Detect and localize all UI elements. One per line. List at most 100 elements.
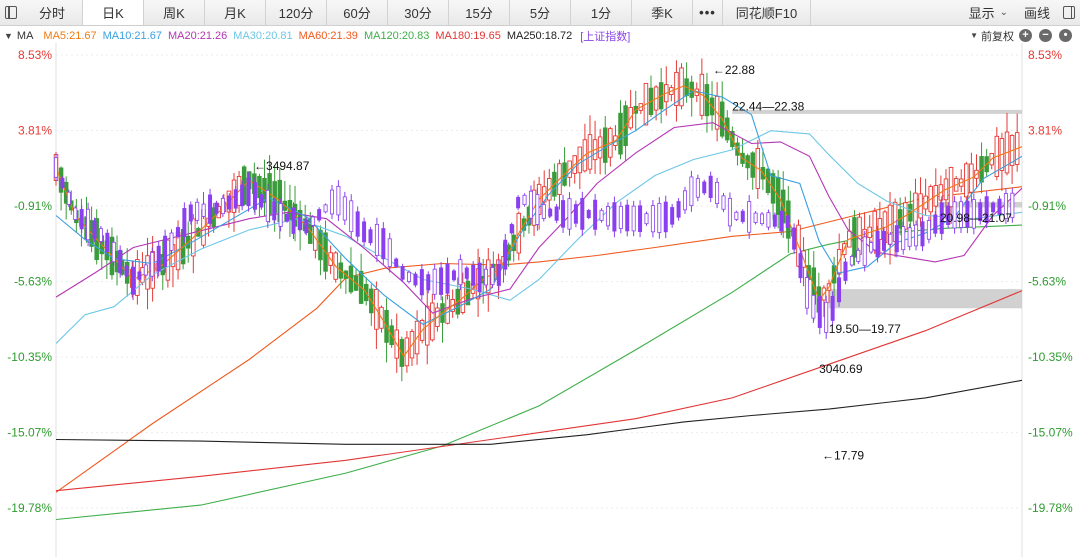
annotation-label: 19.50—19.77	[829, 322, 901, 336]
index-candle	[297, 217, 302, 230]
index-candle	[670, 207, 675, 225]
index-candle	[772, 214, 777, 227]
tab-12[interactable]: 同花顺F10	[723, 0, 811, 25]
tab-8[interactable]: 5分	[510, 0, 571, 25]
index-candle	[734, 211, 739, 220]
index-candle	[60, 177, 65, 188]
tab-9[interactable]: 1分	[571, 0, 632, 25]
index-candle	[522, 194, 527, 205]
index-candle	[580, 198, 585, 230]
y-tick-label: -19.78%	[7, 501, 52, 515]
index-candle	[201, 203, 206, 217]
draw-line-button[interactable]: 画线	[1016, 3, 1058, 22]
y-tick-label: -0.91%	[14, 199, 52, 213]
index-candle	[689, 176, 694, 207]
tab-1[interactable]: 日K	[83, 0, 144, 25]
annotation-label: ←3494.87	[254, 159, 310, 173]
index-candle	[798, 253, 803, 279]
collapse-arrow-icon[interactable]: ▼	[4, 31, 13, 41]
index-candle	[175, 227, 180, 238]
y-tick-label: 8.53%	[1028, 48, 1062, 62]
tab-4[interactable]: 120分	[266, 0, 327, 25]
tab-6[interactable]: 30分	[388, 0, 449, 25]
sidebar-left-button[interactable]	[0, 0, 22, 25]
index-candle	[926, 220, 931, 240]
ma-legend-item: MA60:21.39	[298, 29, 358, 42]
ma-legend-item: MA10:21.67	[102, 29, 162, 42]
index-candle	[182, 208, 187, 238]
index-candle	[612, 202, 617, 232]
index-candle	[894, 225, 899, 253]
ma-line-ma250	[55, 379, 1023, 445]
index-candle	[259, 194, 264, 208]
index-candle	[54, 157, 59, 178]
index-candle	[413, 273, 418, 286]
tab-11[interactable]: •••	[693, 0, 723, 25]
index-candle	[464, 267, 469, 279]
index-candle	[426, 274, 431, 291]
index-candle	[561, 200, 566, 228]
sidebar-right-button[interactable]	[1058, 0, 1080, 25]
index-candle	[150, 252, 155, 277]
adjust-label: 前复权	[981, 30, 1014, 43]
panel-right-icon	[1063, 6, 1075, 19]
zoom-out-icon[interactable]: −	[1039, 29, 1052, 42]
adjust-select[interactable]: ▼ 前复权	[970, 26, 1014, 45]
zoom-in-icon[interactable]: +	[1019, 29, 1032, 42]
settings-icon[interactable]: •	[1059, 29, 1072, 42]
index-candle	[323, 204, 328, 213]
y-tick-label: -10.35%	[7, 350, 52, 364]
ma-legend-item: MA20:21.26	[167, 29, 228, 42]
index-candle	[779, 210, 784, 232]
index-candle	[811, 294, 816, 319]
ma-line-ma120	[55, 224, 1023, 521]
tab-3[interactable]: 月K	[205, 0, 266, 25]
index-candle	[644, 213, 649, 225]
index-candle	[143, 264, 148, 276]
index-candle	[92, 220, 97, 239]
index-candle	[824, 301, 829, 333]
tab-10[interactable]: 季K	[632, 0, 693, 25]
draw-label: 画线	[1023, 6, 1050, 21]
index-candle	[618, 205, 623, 229]
index-candle	[407, 271, 412, 282]
index-candle	[490, 267, 495, 285]
index-candle	[310, 216, 315, 226]
index-candle	[535, 194, 540, 225]
index-candle	[766, 212, 771, 228]
index-candle	[458, 259, 463, 286]
index-candle	[304, 219, 309, 233]
index-candle	[156, 245, 161, 272]
index-candle	[349, 200, 354, 233]
index-candle	[163, 235, 168, 267]
index-candle	[837, 277, 842, 303]
index-candle	[856, 249, 861, 262]
index-candle	[111, 241, 116, 263]
panel-left-icon	[5, 6, 17, 19]
tab-7[interactable]: 15分	[449, 0, 510, 25]
caret-down-icon: ▼	[970, 31, 978, 40]
index-candle	[220, 197, 225, 215]
index-candle	[727, 197, 732, 227]
y-tick-label: -10.35%	[1028, 350, 1073, 364]
index-candle	[439, 267, 444, 295]
index-candle	[657, 203, 662, 233]
tab-5[interactable]: 60分	[327, 0, 388, 25]
kline-chart[interactable]: 8.53% 3.81% -0.91% -5.63% -10.35% -15.07% -19.…	[0, 0, 1080, 557]
index-candle	[79, 209, 84, 230]
toolbar-right: 显示 ⌄ 画线	[961, 0, 1058, 25]
display-menu[interactable]: 显示 ⌄	[961, 3, 1016, 22]
index-candle	[695, 178, 700, 198]
index-candle	[753, 212, 758, 223]
display-label: 显示	[968, 6, 995, 21]
ma-items: MA5:21.67 MA10:21.67 MA20:21.26 MA30:20.81 M…	[43, 30, 578, 42]
index-candle	[676, 201, 681, 218]
tab-2[interactable]: 周K	[144, 0, 205, 25]
tab-0[interactable]: 分时	[22, 0, 83, 25]
index-candle	[432, 268, 437, 295]
y-axis-right: 8.53% 3.81% -0.91% -5.63% -10.35% -15.07% -19.…	[1028, 48, 1073, 515]
index-candle	[471, 264, 476, 286]
index-candle	[849, 255, 854, 266]
index-candle	[66, 191, 71, 205]
index-label[interactable]: [上证指数]	[580, 28, 630, 44]
